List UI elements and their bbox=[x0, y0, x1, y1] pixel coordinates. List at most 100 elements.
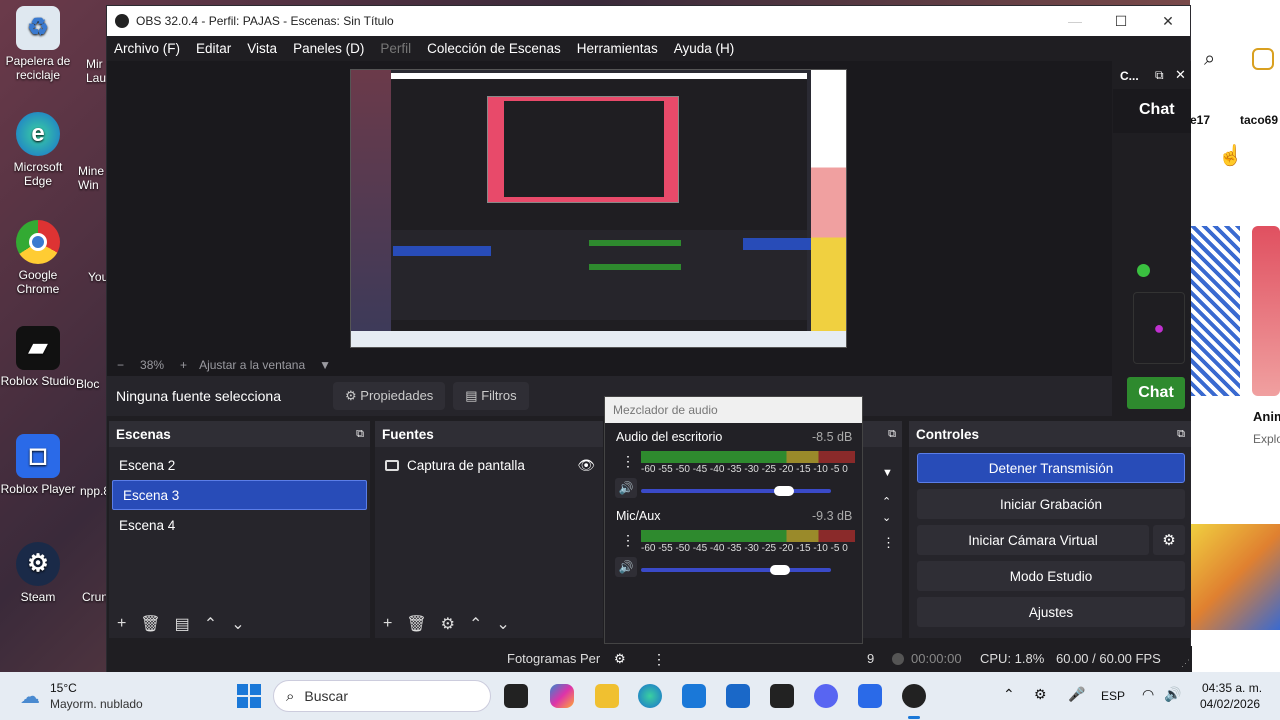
mixer-title[interactable]: Mezclador de audio bbox=[605, 397, 862, 423]
fit-window-label[interactable]: Ajustar a la ventana bbox=[199, 358, 305, 372]
filters-button[interactable]: ▤ Filtros bbox=[453, 382, 529, 410]
mic-button[interactable]: ● bbox=[1133, 292, 1185, 364]
zoom-out-button[interactable]: − bbox=[117, 358, 124, 372]
copilot-icon[interactable] bbox=[550, 684, 574, 708]
chat-header: Chat bbox=[1139, 101, 1175, 118]
menu-vista[interactable]: Vista bbox=[247, 41, 277, 56]
speaker-icon[interactable]: 🔊 bbox=[615, 557, 637, 577]
taskbar-search[interactable]: ⌕ Buscar bbox=[273, 680, 491, 712]
card-title: Anim bbox=[1253, 409, 1280, 424]
start-virtual-camera-button[interactable]: Iniciar Cámara Virtual bbox=[917, 525, 1149, 555]
edge-icon[interactable] bbox=[638, 684, 662, 708]
undock-icon[interactable]: ⧉ bbox=[356, 428, 364, 441]
preview-canvas[interactable] bbox=[350, 69, 847, 348]
move-down-icon[interactable]: ⌄ bbox=[231, 614, 244, 634]
menu-ayuda[interactable]: Ayuda (H) bbox=[674, 41, 735, 56]
volume-icon[interactable]: 🔊 bbox=[1164, 686, 1181, 703]
start-recording-button[interactable]: Iniciar Grabación bbox=[917, 489, 1185, 519]
maximize-button[interactable]: ☐ bbox=[1098, 6, 1144, 36]
file-explorer-icon[interactable] bbox=[595, 684, 619, 708]
start-button[interactable] bbox=[237, 684, 261, 708]
chevron-up-icon[interactable]: ⌃ bbox=[1003, 686, 1015, 703]
clock-date[interactable]: 04/02/2026 bbox=[1200, 697, 1260, 711]
chevron-down-icon[interactable]: ▼ bbox=[882, 467, 893, 479]
desktop-icon-recycle-bin[interactable]: ♻ Papelera de reciclaje bbox=[0, 6, 76, 82]
close-icon[interactable]: ✕ bbox=[1175, 67, 1186, 83]
volume-slider[interactable] bbox=[641, 486, 831, 496]
virtual-camera-settings-button[interactable]: ⚙ bbox=[1153, 525, 1185, 555]
menu-archivo[interactable]: Archivo (F) bbox=[114, 41, 180, 56]
volume-knob[interactable] bbox=[769, 565, 790, 575]
discord-icon[interactable] bbox=[814, 684, 838, 708]
steam-icon: ⚙ bbox=[16, 542, 60, 586]
desktop-icon-roblox-studio[interactable]: ▰ Roblox Studio bbox=[0, 326, 76, 388]
search-placeholder: Buscar bbox=[304, 688, 348, 704]
filter-icon[interactable]: ▤ bbox=[175, 614, 190, 634]
obs-icon[interactable] bbox=[902, 684, 926, 708]
thumbnail-image bbox=[1252, 226, 1280, 396]
move-up-icon[interactable]: ⌃ bbox=[204, 614, 217, 634]
menu-paneles[interactable]: Paneles (D) bbox=[293, 41, 364, 56]
spin-up-icon[interactable]: ⌃ bbox=[882, 495, 891, 508]
desktop-icon-edge[interactable]: e Microsoft Edge bbox=[0, 112, 76, 188]
scene-item[interactable]: Escena 4 bbox=[109, 510, 370, 540]
studio-mode-button[interactable]: Modo Estudio bbox=[917, 561, 1185, 591]
roblox-player-icon[interactable] bbox=[858, 684, 882, 708]
clock-time[interactable]: 04:35 a. m. bbox=[1202, 681, 1262, 695]
wifi-icon[interactable]: ◠ bbox=[1142, 686, 1154, 703]
outlook-icon[interactable] bbox=[726, 684, 750, 708]
menu-editar[interactable]: Editar bbox=[196, 41, 231, 56]
mixer-gear-icon[interactable]: ⚙ bbox=[614, 651, 626, 667]
channel-menu-icon[interactable]: ⋮ bbox=[621, 453, 635, 470]
properties-button[interactable]: ⚙ Propiedades bbox=[333, 382, 446, 410]
float-icon[interactable]: ⧉ bbox=[1155, 68, 1164, 83]
add-icon[interactable]: + bbox=[383, 615, 392, 633]
visibility-eye-icon[interactable]: 👁 bbox=[577, 457, 595, 474]
undock-icon[interactable]: ⧉ bbox=[888, 428, 896, 441]
spin-down-icon[interactable]: ⌄ bbox=[882, 511, 891, 524]
chat-button[interactable]: Chat bbox=[1127, 377, 1185, 409]
volume-slider[interactable] bbox=[641, 565, 831, 575]
move-down-icon[interactable]: ⌄ bbox=[496, 614, 509, 634]
scene-item[interactable]: Escena 2 bbox=[109, 450, 370, 480]
channel-name: Audio del escritorio bbox=[616, 430, 723, 444]
language-indicator[interactable]: ESP bbox=[1101, 689, 1125, 703]
move-up-icon[interactable]: ⌃ bbox=[469, 614, 482, 634]
menu-perfil[interactable]: Perfil bbox=[380, 41, 411, 56]
tray-app-icon[interactable]: ⚙ bbox=[1034, 686, 1047, 703]
zoom-in-button[interactable]: + bbox=[180, 358, 187, 372]
store-icon[interactable] bbox=[682, 684, 706, 708]
stop-streaming-button[interactable]: Detener Transmisión bbox=[917, 453, 1185, 483]
desktop-icon-steam[interactable]: ⚙ Steam bbox=[0, 542, 76, 604]
resize-grip-icon[interactable]: ⋰ bbox=[1181, 658, 1190, 669]
desktop-icon-roblox-player[interactable]: ◻ Roblox Player bbox=[0, 434, 76, 496]
chevron-down-icon[interactable]: ▼ bbox=[319, 358, 331, 372]
add-icon[interactable]: + bbox=[117, 615, 126, 633]
undock-icon[interactable]: ⧉ bbox=[1177, 428, 1185, 441]
mixer-menu-icon[interactable]: ⋮ bbox=[652, 651, 666, 668]
terminal-icon[interactable] bbox=[770, 684, 794, 708]
trash-icon[interactable]: 🗑 bbox=[406, 614, 426, 634]
channel-menu-icon[interactable]: ⋮ bbox=[621, 532, 635, 549]
extension-icon[interactable] bbox=[1252, 48, 1274, 70]
search-icon[interactable]: ⌕ bbox=[1204, 48, 1215, 71]
minimize-button[interactable]: — bbox=[1052, 6, 1098, 36]
trash-icon[interactable]: 🗑 bbox=[140, 614, 160, 634]
desktop-icon-chrome[interactable]: Google Chrome bbox=[0, 220, 76, 296]
speaker-icon[interactable]: 🔊 bbox=[615, 478, 637, 498]
title-bar[interactable]: OBS 32.0.4 - Perfil: PAJAS - Escenas: Si… bbox=[107, 6, 1190, 36]
taskbar: ☁ 15°C Mayorm. nublado ⌕ Buscar ⌃ ⚙ 🎤 ES… bbox=[0, 672, 1280, 720]
source-item[interactable]: Captura de pantalla 👁 bbox=[375, 450, 603, 480]
gear-icon[interactable]: ⚙ bbox=[441, 614, 455, 634]
menu-dots-icon[interactable]: ⋮ bbox=[882, 535, 895, 551]
microphone-icon[interactable]: 🎤 bbox=[1068, 686, 1085, 703]
volume-knob[interactable] bbox=[773, 486, 794, 496]
menu-herramientas[interactable]: Herramientas bbox=[577, 41, 658, 56]
scene-item-selected[interactable]: Escena 3 bbox=[112, 480, 367, 510]
thumbnail-image bbox=[1190, 524, 1280, 630]
menu-coleccion[interactable]: Colección de Escenas bbox=[427, 41, 561, 56]
settings-button[interactable]: Ajustes bbox=[917, 597, 1185, 627]
task-view-icon[interactable] bbox=[504, 684, 528, 708]
close-button[interactable]: ✕ bbox=[1145, 6, 1191, 36]
weather-icon[interactable]: ☁ bbox=[20, 684, 40, 709]
